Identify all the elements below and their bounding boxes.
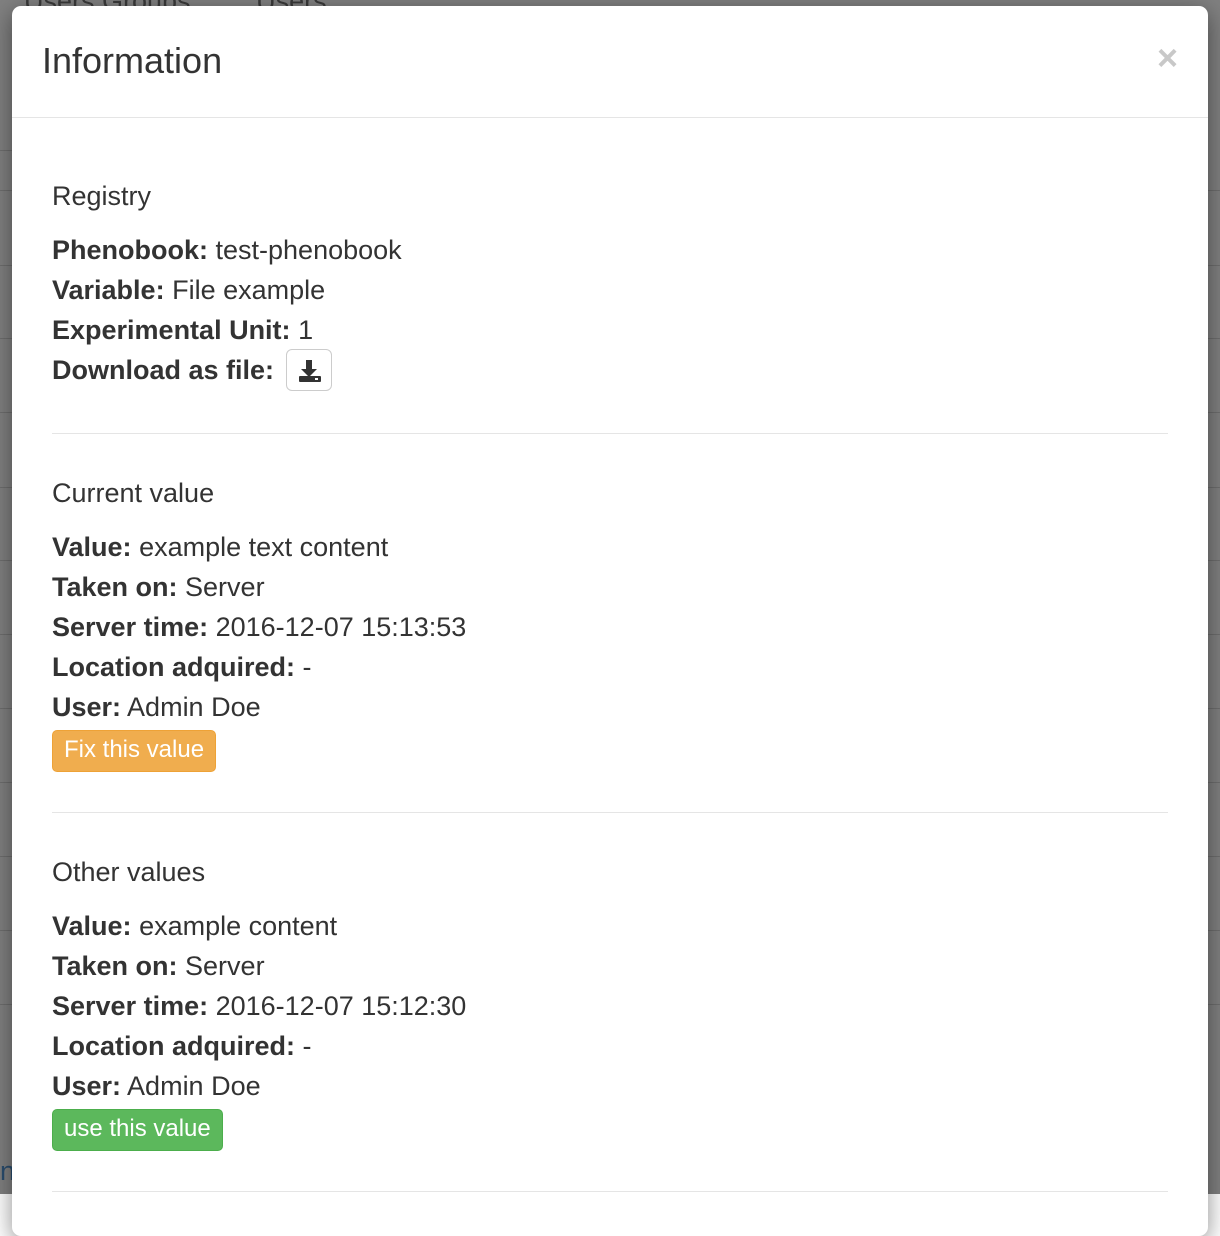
taken-on-label: Taken on: bbox=[52, 950, 178, 981]
download-icon bbox=[298, 359, 321, 382]
background-divider bbox=[1208, 856, 1220, 857]
location-label: Location adquired: bbox=[52, 1030, 295, 1061]
location-label: Location adquired: bbox=[52, 651, 295, 682]
server-time-field: Server time: 2016-12-07 15:13:53 bbox=[52, 607, 1168, 647]
server-time-label: Server time: bbox=[52, 611, 209, 642]
variable-label: Variable: bbox=[52, 275, 165, 305]
server-time-value: 2016-12-07 15:13:53 bbox=[215, 611, 467, 642]
current-value-section: Current value Value: example text conten… bbox=[52, 434, 1168, 813]
taken-on-value: Server bbox=[185, 950, 265, 981]
other-values-title: Other values bbox=[52, 856, 206, 887]
background-divider bbox=[1208, 560, 1220, 561]
server-time-label: Server time: bbox=[52, 990, 209, 1021]
phenobook-value: test-phenobook bbox=[215, 235, 402, 265]
download-field: Download as file: bbox=[52, 348, 1168, 393]
background-divider bbox=[1208, 1004, 1220, 1005]
fix-value-button[interactable]: Fix this value bbox=[52, 729, 217, 772]
value-field: Value: example text content bbox=[52, 527, 1168, 567]
background-divider bbox=[1208, 708, 1220, 709]
modal-title: Information bbox=[42, 40, 223, 81]
list-item: Value: example content Taken on: Server … bbox=[52, 906, 1168, 1151]
value-text: example text content bbox=[139, 531, 389, 562]
location-field: Location adquired: - bbox=[52, 1026, 1168, 1066]
user-label: User: bbox=[52, 691, 122, 722]
background-divider bbox=[1208, 265, 1220, 266]
value-label: Value: bbox=[52, 910, 132, 941]
taken-on-value: Server bbox=[185, 571, 265, 602]
background-divider bbox=[1208, 190, 1220, 191]
location-field: Location adquired: - bbox=[52, 647, 1168, 687]
user-value: Admin Doe bbox=[127, 691, 261, 722]
variable-value: File example bbox=[172, 275, 326, 305]
taken-on-label: Taken on: bbox=[52, 571, 178, 602]
registry-section: Registry Phenobook: test-phenobook Varia… bbox=[52, 118, 1168, 434]
server-time-value: 2016-12-07 15:12:30 bbox=[215, 990, 467, 1021]
current-value-title: Current value bbox=[52, 477, 215, 508]
phenobook-label: Phenobook: bbox=[52, 235, 208, 265]
phenobook-field: Phenobook: test-phenobook bbox=[52, 230, 1168, 270]
variable-field: Variable: File example bbox=[52, 270, 1168, 310]
experimental-unit-label: Experimental Unit: bbox=[52, 315, 291, 345]
user-value: Admin Doe bbox=[127, 1070, 261, 1101]
value-field: Value: example content bbox=[52, 906, 1168, 946]
background-divider bbox=[1208, 412, 1220, 413]
experimental-unit-value: 1 bbox=[298, 315, 314, 345]
other-values-section: Other values Value: example content Take… bbox=[52, 813, 1168, 1192]
background-divider bbox=[1208, 338, 1220, 339]
taken-on-field: Taken on: Server bbox=[52, 946, 1168, 986]
location-value: - bbox=[302, 651, 312, 682]
taken-on-field: Taken on: Server bbox=[52, 567, 1168, 607]
download-button[interactable] bbox=[285, 348, 332, 391]
location-value: - bbox=[302, 1030, 312, 1061]
download-label: Download as file: bbox=[52, 355, 275, 385]
user-label: User: bbox=[52, 1070, 122, 1101]
server-time-field: Server time: 2016-12-07 15:12:30 bbox=[52, 986, 1168, 1026]
background-divider bbox=[1208, 782, 1220, 783]
modal-header: Information × bbox=[12, 6, 1208, 118]
user-field: User: Admin Doe bbox=[52, 687, 1168, 727]
use-value-button[interactable]: use this value bbox=[52, 1108, 223, 1151]
value-text: example content bbox=[139, 910, 338, 941]
close-button[interactable]: × bbox=[1157, 38, 1178, 78]
background-divider bbox=[1208, 930, 1220, 931]
information-modal: Information × Registry Phenobook: test-p… bbox=[12, 6, 1208, 1236]
background-divider bbox=[1208, 634, 1220, 635]
experimental-unit-field: Experimental Unit: 1 bbox=[52, 310, 1168, 350]
background-divider bbox=[1208, 487, 1220, 488]
modal-body: Registry Phenobook: test-phenobook Varia… bbox=[12, 118, 1208, 1192]
user-field: User: Admin Doe bbox=[52, 1066, 1168, 1106]
value-label: Value: bbox=[52, 531, 132, 562]
registry-title: Registry bbox=[52, 181, 152, 211]
